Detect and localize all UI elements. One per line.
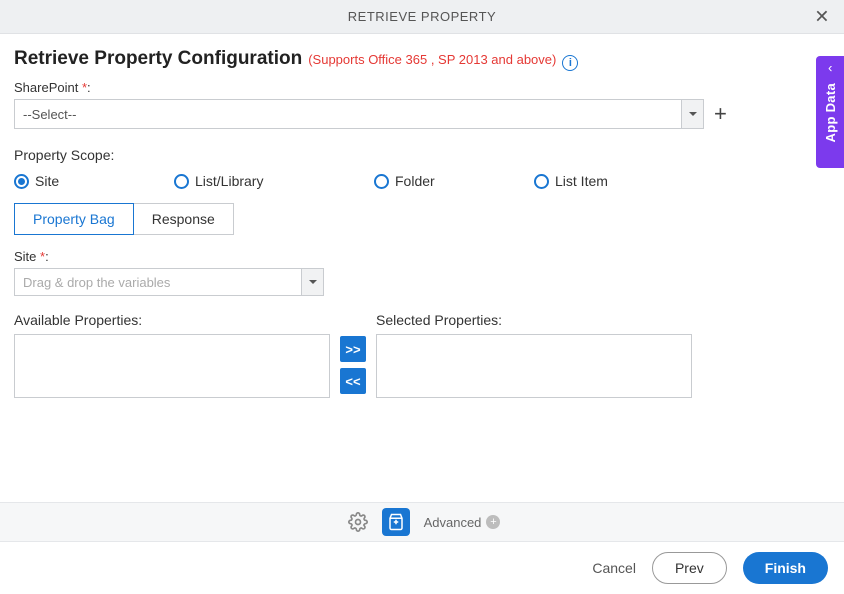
scope-radio-site[interactable]: Site	[14, 173, 174, 189]
tab-response[interactable]: Response	[133, 203, 234, 235]
available-label: Available Properties:	[14, 312, 330, 328]
radio-icon	[14, 174, 29, 189]
add-all-button[interactable]: >>	[340, 336, 366, 362]
advanced-toggle[interactable]: Advanced +	[424, 515, 501, 530]
page-title: Retrieve Property Configuration	[14, 48, 302, 70]
site-label: Site *:	[14, 249, 830, 264]
title-bar: RETRIEVE PROPERTY ✕	[0, 0, 844, 34]
form-content: Retrieve Property Configuration (Support…	[0, 34, 844, 398]
available-column: Available Properties:	[14, 312, 330, 398]
chevron-down-icon[interactable]	[301, 269, 323, 295]
side-tab-label: App Data	[823, 83, 838, 142]
radio-icon	[374, 174, 389, 189]
dual-list: Available Properties: >> << Selected Pro…	[14, 312, 830, 398]
transfer-buttons: >> <<	[340, 312, 366, 394]
sharepoint-label: SharePoint *:	[14, 80, 830, 95]
site-placeholder: Drag & drop the variables	[15, 269, 301, 295]
tab-row: Property Bag Response	[14, 203, 830, 235]
title-text: RETRIEVE PROPERTY	[348, 9, 496, 24]
selected-listbox[interactable]	[376, 334, 692, 398]
available-listbox[interactable]	[14, 334, 330, 398]
prev-button[interactable]: Prev	[652, 552, 727, 584]
advanced-label: Advanced	[424, 515, 482, 530]
toolbar: Advanced +	[0, 502, 844, 542]
add-sharepoint-button[interactable]: +	[714, 103, 727, 125]
selected-column: Selected Properties:	[376, 312, 692, 398]
footer: Cancel Prev Finish	[0, 542, 844, 594]
radio-icon	[534, 174, 549, 189]
chevron-down-icon[interactable]	[681, 100, 703, 128]
support-note: (Supports Office 365 , SP 2013 and above…	[308, 52, 556, 67]
radio-label: List Item	[555, 173, 608, 189]
close-icon[interactable]: ✕	[810, 2, 834, 31]
sharepoint-select[interactable]: --Select--	[14, 99, 704, 129]
radio-label: Site	[35, 173, 59, 189]
scope-radio-list-library[interactable]: List/Library	[174, 173, 374, 189]
scope-radio-group: Site List/Library Folder List Item	[14, 173, 830, 189]
radio-label: List/Library	[195, 173, 263, 189]
finish-button[interactable]: Finish	[743, 552, 828, 584]
scope-radio-list-item[interactable]: List Item	[534, 173, 674, 189]
sharepoint-row: --Select-- +	[14, 99, 830, 129]
info-icon[interactable]: i	[562, 55, 578, 71]
tab-property-bag[interactable]: Property Bag	[14, 203, 134, 235]
scope-label: Property Scope:	[14, 147, 830, 163]
bag-icon[interactable]	[382, 508, 410, 536]
site-input[interactable]: Drag & drop the variables	[14, 268, 324, 296]
sharepoint-selected-value: --Select--	[15, 100, 681, 128]
radio-label: Folder	[395, 173, 435, 189]
cancel-button[interactable]: Cancel	[592, 560, 636, 576]
remove-all-button[interactable]: <<	[340, 368, 366, 394]
heading-row: Retrieve Property Configuration (Support…	[14, 48, 830, 70]
scope-radio-folder[interactable]: Folder	[374, 173, 534, 189]
radio-icon	[174, 174, 189, 189]
gear-icon[interactable]	[344, 508, 372, 536]
selected-label: Selected Properties:	[376, 312, 692, 328]
chevron-left-icon: ›	[828, 62, 832, 77]
plus-icon: +	[486, 515, 500, 529]
app-data-panel-toggle[interactable]: › App Data	[816, 56, 844, 168]
